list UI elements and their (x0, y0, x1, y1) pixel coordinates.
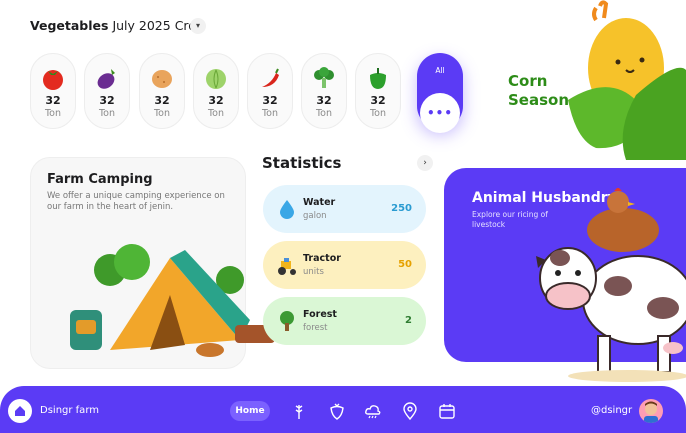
camping-description: We offer a unique camping experience on … (47, 191, 225, 212)
tomato-icon (31, 65, 75, 91)
stat-unit: galon (303, 211, 327, 221)
page-title: Vegetables July 2025 Crop (30, 18, 204, 33)
user-handle[interactable]: @dsingr (591, 405, 632, 416)
stat-tractor[interactable]: Tractor units 50 (263, 241, 426, 289)
vegetable-unit: Ton (261, 108, 279, 119)
vegetable-unit: Ton (315, 108, 333, 119)
broccoli-icon (302, 65, 346, 91)
vegetable-value: 32 (262, 94, 278, 107)
vegetable-pill-cabbage[interactable]: 32 Ton (193, 53, 239, 129)
stat-unit: units (303, 267, 324, 277)
corn-season-label: Corn Season (508, 72, 569, 110)
corn-illustration (566, 0, 686, 160)
stat-value: 250 (391, 203, 412, 214)
chevron-down-icon[interactable]: ▾ (190, 18, 206, 34)
vegetable-unit: Ton (207, 108, 225, 119)
vegetable-unit: Ton (369, 108, 387, 119)
more-dots: ••• (426, 106, 453, 120)
cow-chicken-illustration (528, 187, 686, 384)
corn-label-line1: Corn (508, 72, 548, 90)
vegetable-unit: Ton (153, 108, 171, 119)
vegetable-value: 32 (208, 94, 224, 107)
camping-illustration (60, 240, 285, 365)
avatar[interactable] (639, 399, 663, 423)
tractor-icon (275, 253, 299, 277)
location-pin-icon[interactable] (401, 402, 419, 421)
tree-icon (275, 309, 299, 333)
stat-water[interactable]: Water galon 250 (263, 185, 426, 233)
vegetable-pill-tomato[interactable]: 32 Ton (30, 53, 76, 129)
home-logo-icon[interactable] (8, 399, 32, 423)
stat-name: Water (303, 197, 336, 208)
chili-icon (248, 65, 292, 91)
vegetable-pill-broccoli[interactable]: 32 Ton (301, 53, 347, 129)
cabbage-icon (194, 65, 238, 91)
vegetable-value: 32 (45, 94, 61, 107)
vegetable-value: 32 (316, 94, 332, 107)
brand-name: Dsingr farm (40, 405, 99, 416)
wheat-icon[interactable] (290, 402, 308, 420)
vegetable-pill-bell-pepper[interactable]: 32 Ton (355, 53, 401, 129)
bell-pepper-icon (356, 65, 400, 91)
strawberry-icon[interactable] (328, 402, 346, 420)
eggplant-icon (85, 65, 129, 91)
vegetable-unit: Ton (44, 108, 62, 119)
vegetable-value: 32 (370, 94, 386, 107)
vegetable-pill-potato[interactable]: 32 Ton (139, 53, 185, 129)
stat-name: Tractor (303, 253, 341, 264)
vegetable-value: 32 (99, 94, 115, 107)
stat-value: 50 (398, 259, 412, 270)
stat-forest[interactable]: Forest forest 2 (263, 297, 426, 345)
calendar-icon[interactable] (438, 402, 456, 420)
potato-icon (140, 65, 184, 91)
chevron-right-icon[interactable]: › (417, 155, 433, 171)
more-button[interactable]: ••• (420, 93, 460, 133)
vegetable-pill-eggplant[interactable]: 32 Ton (84, 53, 130, 129)
all-label: All (435, 66, 445, 75)
vegetable-value: 32 (154, 94, 170, 107)
vegetable-unit: Ton (98, 108, 116, 119)
all-vegetables-button[interactable]: All ••• (417, 53, 463, 133)
stat-unit: forest (303, 323, 328, 333)
statistics-title: Statistics (262, 154, 342, 172)
vegetable-pill-chili[interactable]: 32 Ton (247, 53, 293, 129)
weather-cloud-icon[interactable] (364, 402, 382, 420)
stat-value: 2 (405, 315, 412, 326)
camping-title: Farm Camping (47, 172, 153, 187)
stat-name: Forest (303, 309, 337, 320)
nav-home-button[interactable]: Home (230, 401, 270, 421)
water-drop-icon (275, 197, 299, 221)
page-title-bold: Vegetables (30, 18, 109, 33)
corn-label-line2: Season (508, 91, 570, 109)
